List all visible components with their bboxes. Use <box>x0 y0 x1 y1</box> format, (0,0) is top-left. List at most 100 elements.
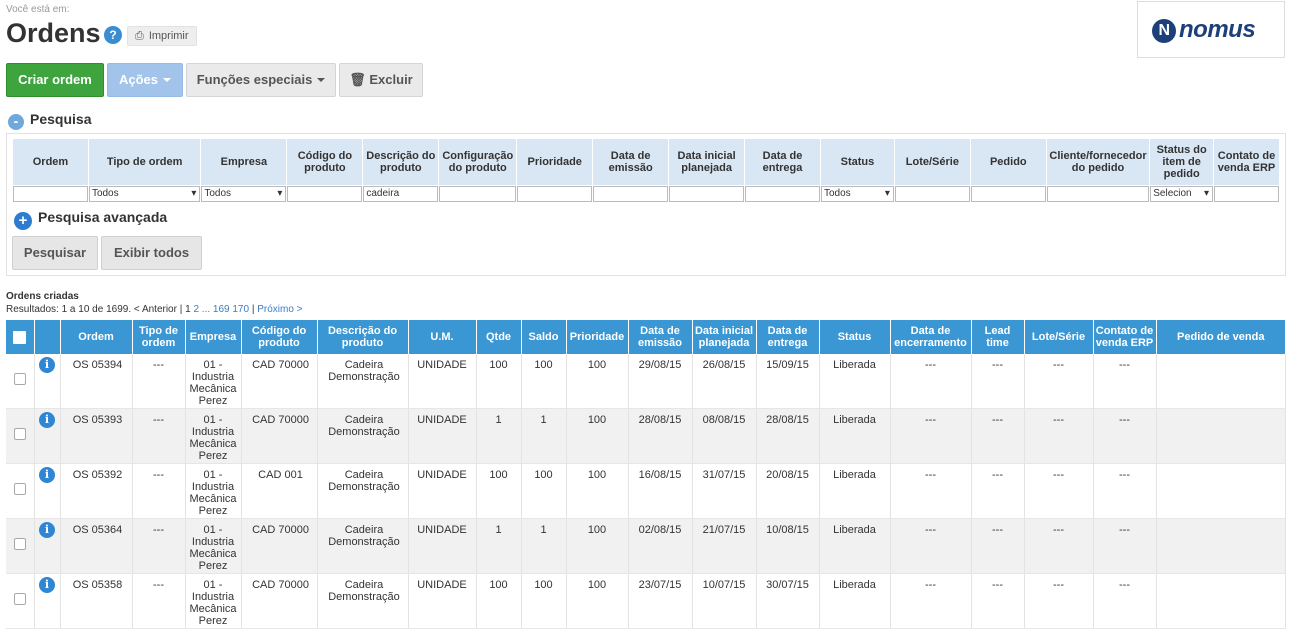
filter-ordem-input[interactable] <box>13 186 88 202</box>
info-icon[interactable]: i <box>39 357 55 373</box>
cell-empresa: 01 - Industria Mecânica Perez <box>185 518 242 574</box>
show-all-button[interactable]: Exibir todos <box>101 236 202 270</box>
filter-header-cell: Prioridade <box>517 139 593 185</box>
cell-um: UNIDADE <box>408 408 477 464</box>
printer-icon: ⎙ <box>135 30 144 42</box>
filter-header-cell: Empresa <box>201 139 287 185</box>
info-icon[interactable]: i <box>39 467 55 483</box>
results-summary: Resultados: 1 a 10 de 1699. < Anterior | <box>6 304 186 315</box>
cell-um: UNIDADE <box>408 354 477 409</box>
cell-lote: --- <box>1024 408 1094 464</box>
column-header[interactable]: Data inicial planejada <box>692 320 757 354</box>
row-info-cell: i <box>34 518 61 574</box>
column-header[interactable]: Ordem <box>60 320 133 354</box>
filter-prioridade-input[interactable] <box>517 186 593 202</box>
column-header[interactable]: Descrição do produto <box>317 320 409 354</box>
table-row[interactable]: i OS 05394 --- 01 - Industria Mecânica Pere… <box>6 354 1286 409</box>
special-functions-dropdown-button[interactable]: Funções especiais <box>186 63 336 97</box>
column-header[interactable]: Tipo de ordem <box>132 320 186 354</box>
filter-table: Ordem Tipo de ordem Empresa Código do produ… <box>12 139 1280 203</box>
cell-prioridade: 100 <box>566 518 629 574</box>
filter-emissao-input[interactable] <box>593 186 669 202</box>
cell-status: Liberada <box>819 408 891 464</box>
cell-lead: --- <box>971 518 1025 574</box>
filter-header-cell: Descrição do produto <box>363 139 439 185</box>
search-section-header[interactable]: - Pesquisa <box>8 111 91 130</box>
column-header[interactable]: Saldo <box>521 320 567 354</box>
cell-descricao: Cadeira Demonstração <box>317 408 409 464</box>
info-icon[interactable]: i <box>39 577 55 593</box>
filter-pedido-input[interactable] <box>970 186 1046 202</box>
cell-tipo: --- <box>132 408 186 464</box>
filter-lote-input[interactable] <box>894 186 970 202</box>
filter-entrega-input[interactable] <box>745 186 820 202</box>
collapse-icon[interactable]: - <box>8 114 24 130</box>
table-row[interactable]: i OS 05364 --- 01 - Industria Mecânica Pere… <box>6 518 1286 574</box>
cell-contato: --- <box>1093 408 1157 464</box>
filter-header-cell: Código do produto <box>287 139 363 185</box>
filter-codigo-input[interactable] <box>287 186 363 202</box>
column-header[interactable]: Pedido de venda <box>1156 320 1286 354</box>
filter-empresa-select[interactable]: Todos <box>201 186 287 202</box>
table-row[interactable]: i OS 05393 --- 01 - Industria Mecânica Pere… <box>6 408 1286 464</box>
advanced-search-label: Pesquisa avançada <box>38 209 168 225</box>
cell-entrega: 30/07/15 <box>756 573 820 629</box>
column-header[interactable]: Prioridade <box>566 320 629 354</box>
cell-pedido <box>1156 408 1286 464</box>
filter-header-cell: Data inicial planejada <box>669 139 745 185</box>
column-header[interactable]: Lote/Série <box>1024 320 1094 354</box>
cell-empresa: 01 - Industria Mecânica Perez <box>185 354 242 409</box>
row-checkbox[interactable] <box>13 373 26 385</box>
cell-descricao: Cadeira Demonstração <box>317 518 409 574</box>
actions-dropdown-button[interactable]: Ações <box>107 63 183 97</box>
filter-header-cell: Cliente/fornecedor do pedido <box>1046 139 1150 185</box>
info-icon[interactable]: i <box>39 522 55 538</box>
search-button[interactable]: Pesquisar <box>12 236 98 270</box>
next-page-link[interactable]: Próximo > <box>257 304 302 315</box>
column-header[interactable]: Status <box>819 320 891 354</box>
filter-configuracao-input[interactable] <box>439 186 517 202</box>
filter-status-select[interactable]: Todos <box>821 186 894 202</box>
cell-tipo: --- <box>132 573 186 629</box>
column-header[interactable]: Empresa <box>185 320 242 354</box>
column-header[interactable]: Data de entrega <box>756 320 820 354</box>
cell-prioridade: 100 <box>566 354 629 409</box>
cell-codigo: CAD 70000 <box>241 518 318 574</box>
cell-um: UNIDADE <box>408 573 477 629</box>
create-order-button[interactable]: Criar ordem <box>6 63 104 97</box>
page-links[interactable]: 2 ... 169 170 <box>193 304 249 315</box>
filter-descricao-input[interactable]: cadeira <box>363 186 439 202</box>
trash-icon: 🗑 <box>349 72 366 87</box>
column-header[interactable]: Código do produto <box>241 320 318 354</box>
column-header[interactable]: Lead time <box>971 320 1025 354</box>
select-all-checkbox[interactable] <box>13 330 27 344</box>
column-header[interactable]: Contato de venda ERP <box>1093 320 1157 354</box>
cell-pedido <box>1156 518 1286 574</box>
filter-inicial-input[interactable] <box>669 186 745 202</box>
logo-mark-icon: N <box>1152 19 1176 43</box>
help-icon[interactable]: ? <box>104 26 122 44</box>
column-header[interactable]: U.M. <box>408 320 477 354</box>
row-checkbox[interactable] <box>13 428 26 440</box>
cell-encerramento: --- <box>890 518 972 574</box>
column-header[interactable]: Data de encerramento <box>890 320 972 354</box>
filter-contato-input[interactable] <box>1214 186 1279 202</box>
row-checkbox[interactable] <box>13 593 26 605</box>
table-row[interactable]: i OS 05392 --- 01 - Industria Mecânica Pere… <box>6 463 1286 519</box>
cell-pedido <box>1156 354 1286 409</box>
row-select-cell <box>6 518 35 574</box>
column-header[interactable]: Data de emissão <box>628 320 693 354</box>
delete-button[interactable]: 🗑 Excluir <box>339 63 423 97</box>
table-row[interactable]: i OS 05358 --- 01 - Industria Mecânica Pere… <box>6 573 1286 629</box>
filter-cliente-input[interactable] <box>1046 186 1150 202</box>
print-button[interactable]: ⎙ Imprimir <box>127 26 197 46</box>
advanced-search-toggle[interactable]: + Pesquisa avançada <box>14 209 167 230</box>
info-icon[interactable]: i <box>39 412 55 428</box>
filter-tipo-ordem-select[interactable]: Todos <box>88 186 201 202</box>
cell-qtde: 1 <box>476 518 522 574</box>
row-checkbox[interactable] <box>13 538 26 550</box>
filter-status-item-select[interactable]: Selecion <box>1150 186 1214 202</box>
row-checkbox[interactable] <box>13 483 26 495</box>
column-header[interactable]: Qtde <box>476 320 522 354</box>
logo: Nnomus <box>1152 16 1256 44</box>
